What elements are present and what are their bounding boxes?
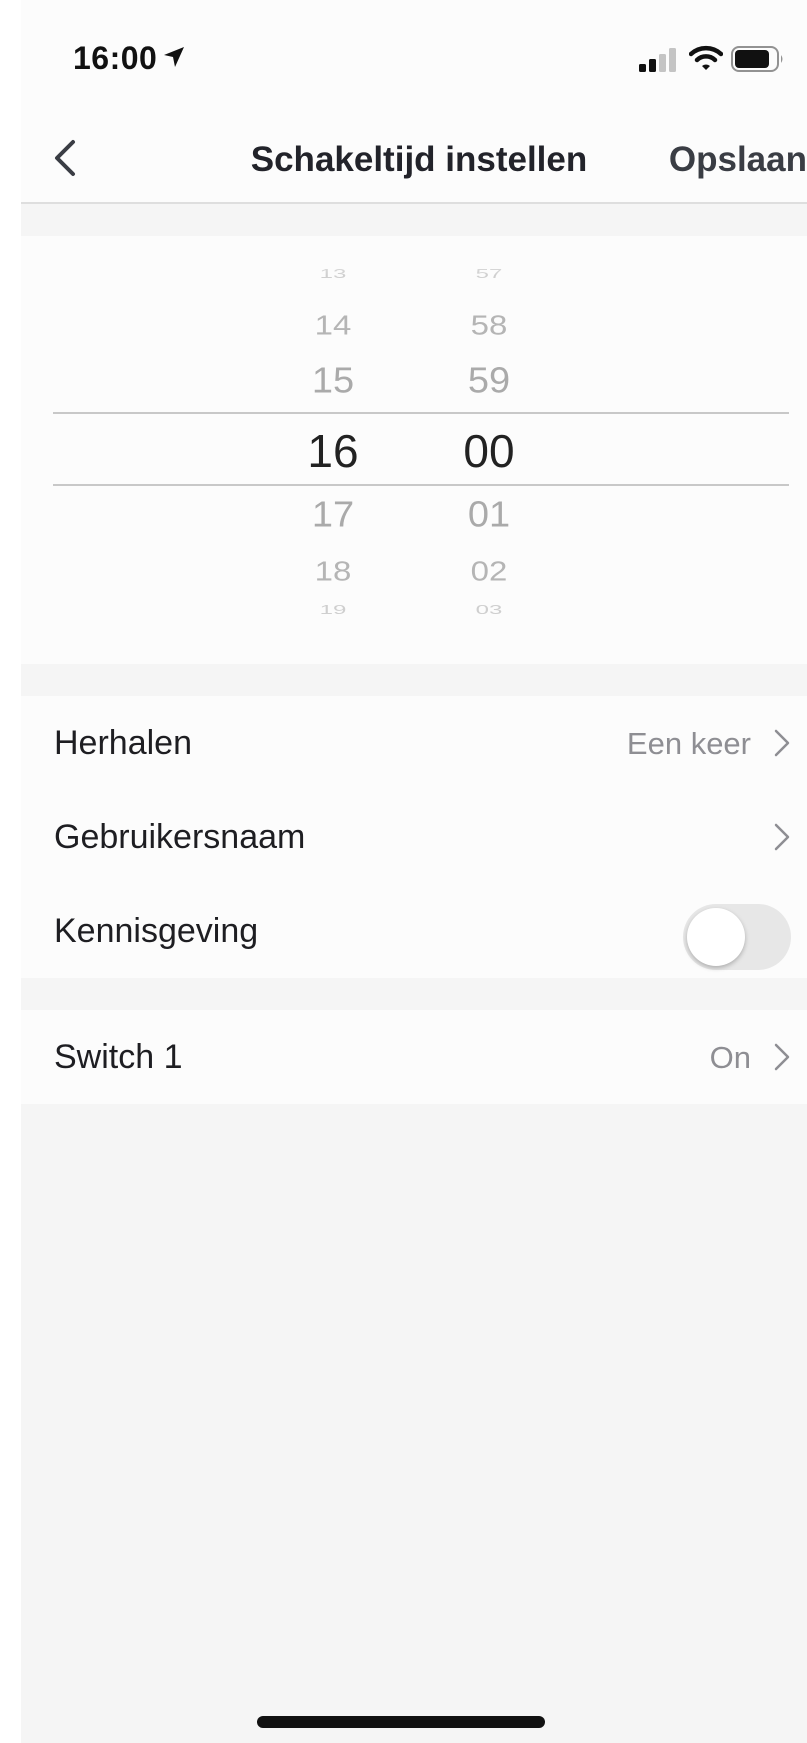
selected-hour[interactable]: 16 bbox=[263, 424, 403, 478]
screen: 16:00 Schakeltijd instellen Opslaan 14 1… bbox=[21, 0, 807, 1743]
chevron-right-icon bbox=[774, 823, 790, 851]
picker-fade-bottom bbox=[21, 616, 807, 664]
hour-option[interactable]: 17 bbox=[263, 495, 403, 536]
status-bar: 16:00 bbox=[21, 0, 807, 108]
repeat-value: Een keer bbox=[626, 726, 751, 761]
home-indicator bbox=[257, 1716, 545, 1728]
username-label: Gebruikersnaam bbox=[54, 818, 306, 856]
toggle-knob bbox=[687, 908, 745, 966]
switch-label: Switch 1 bbox=[54, 1038, 183, 1076]
username-row[interactable]: Gebruikersnaam bbox=[21, 790, 807, 884]
switch-row[interactable]: Switch 1 On bbox=[21, 1010, 807, 1104]
hour-option[interactable]: 14 bbox=[263, 309, 403, 341]
switch-group: Switch 1 On bbox=[21, 1010, 807, 1104]
battery-icon bbox=[731, 46, 783, 72]
chevron-right-icon bbox=[774, 729, 790, 757]
chevron-right-icon bbox=[774, 1043, 790, 1071]
notification-row: Kennisgeving bbox=[21, 884, 807, 978]
switch-value: On bbox=[709, 1040, 751, 1075]
minute-wheel[interactable]: 57 58 59 00 01 02 03 bbox=[419, 236, 559, 664]
settings-group: Herhalen Een keer Gebruikersnaam Kennisg… bbox=[21, 696, 807, 978]
minute-option[interactable]: 01 bbox=[419, 495, 559, 536]
time-picker[interactable]: 13 14 15 16 17 18 19 57 58 59 00 01 02 0… bbox=[21, 236, 807, 664]
save-button[interactable]: Opslaan bbox=[669, 140, 807, 180]
hour-wheel[interactable]: 13 14 15 16 17 18 19 bbox=[263, 236, 403, 664]
minute-option[interactable]: 58 bbox=[419, 309, 559, 341]
minute-option[interactable]: 59 bbox=[419, 361, 559, 402]
navigation-bar: Schakeltijd instellen Opslaan bbox=[21, 108, 807, 204]
selected-minute[interactable]: 00 bbox=[419, 424, 559, 478]
hour-option[interactable]: 15 bbox=[263, 361, 403, 402]
cellular-signal-icon bbox=[639, 48, 676, 72]
picker-fade-top bbox=[21, 236, 807, 276]
notification-toggle[interactable] bbox=[683, 904, 791, 970]
hour-option[interactable]: 18 bbox=[263, 555, 403, 587]
repeat-row[interactable]: Herhalen Een keer bbox=[21, 696, 807, 790]
status-time: 16:00 bbox=[73, 40, 158, 76]
notification-label: Kennisgeving bbox=[54, 912, 259, 950]
wifi-icon bbox=[689, 45, 723, 70]
minute-option[interactable]: 02 bbox=[419, 555, 559, 587]
repeat-label: Herhalen bbox=[54, 724, 192, 762]
location-arrow-icon bbox=[164, 47, 184, 67]
